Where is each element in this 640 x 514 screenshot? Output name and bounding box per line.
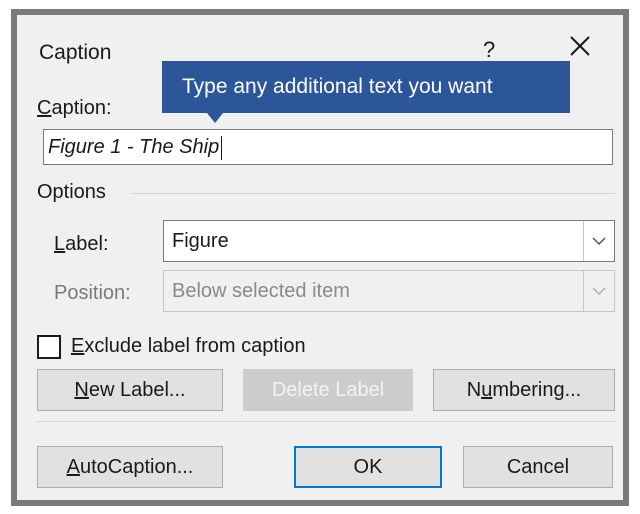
caption-dialog: Caption ? Caption: Figure 1 - The Ship T… xyxy=(11,9,629,506)
label-dropdown[interactable]: Figure xyxy=(163,220,615,262)
label-dropdown-value: Figure xyxy=(172,230,229,252)
position-dropdown-button xyxy=(583,271,614,311)
position-dropdown-value: Below selected item xyxy=(172,280,350,302)
ok-button[interactable]: OK xyxy=(294,446,442,488)
new-label-button[interactable]: New Label... xyxy=(37,369,223,411)
close-button[interactable] xyxy=(567,33,593,59)
label-field-label: Label: xyxy=(54,233,109,255)
chevron-down-icon xyxy=(592,237,606,245)
help-button[interactable]: ? xyxy=(483,37,495,63)
options-group-label: Options xyxy=(37,181,106,203)
dialog-title: Caption xyxy=(39,41,112,64)
tooltip-pointer xyxy=(207,113,223,123)
autocaption-button[interactable]: AutoCaption... xyxy=(37,446,223,488)
options-divider xyxy=(131,193,615,194)
tooltip: Type any additional text you want xyxy=(162,61,570,113)
button-separator xyxy=(37,421,615,422)
close-icon xyxy=(570,36,590,56)
position-field-label: Position: xyxy=(54,282,131,304)
label-dropdown-button[interactable] xyxy=(583,221,614,261)
cancel-button[interactable]: Cancel xyxy=(463,446,613,488)
position-dropdown: Below selected item xyxy=(163,270,615,312)
text-caret xyxy=(221,135,223,160)
delete-label-button: Delete Label xyxy=(243,369,413,411)
numbering-button[interactable]: Numbering... xyxy=(433,369,615,411)
caption-label: Caption: xyxy=(37,97,112,119)
chevron-down-icon xyxy=(592,287,606,295)
exclude-label-checkbox[interactable] xyxy=(37,335,61,359)
caption-input[interactable]: Figure 1 - The Ship xyxy=(43,129,613,165)
exclude-label-checkbox-label[interactable]: Exclude label from caption xyxy=(71,335,306,358)
